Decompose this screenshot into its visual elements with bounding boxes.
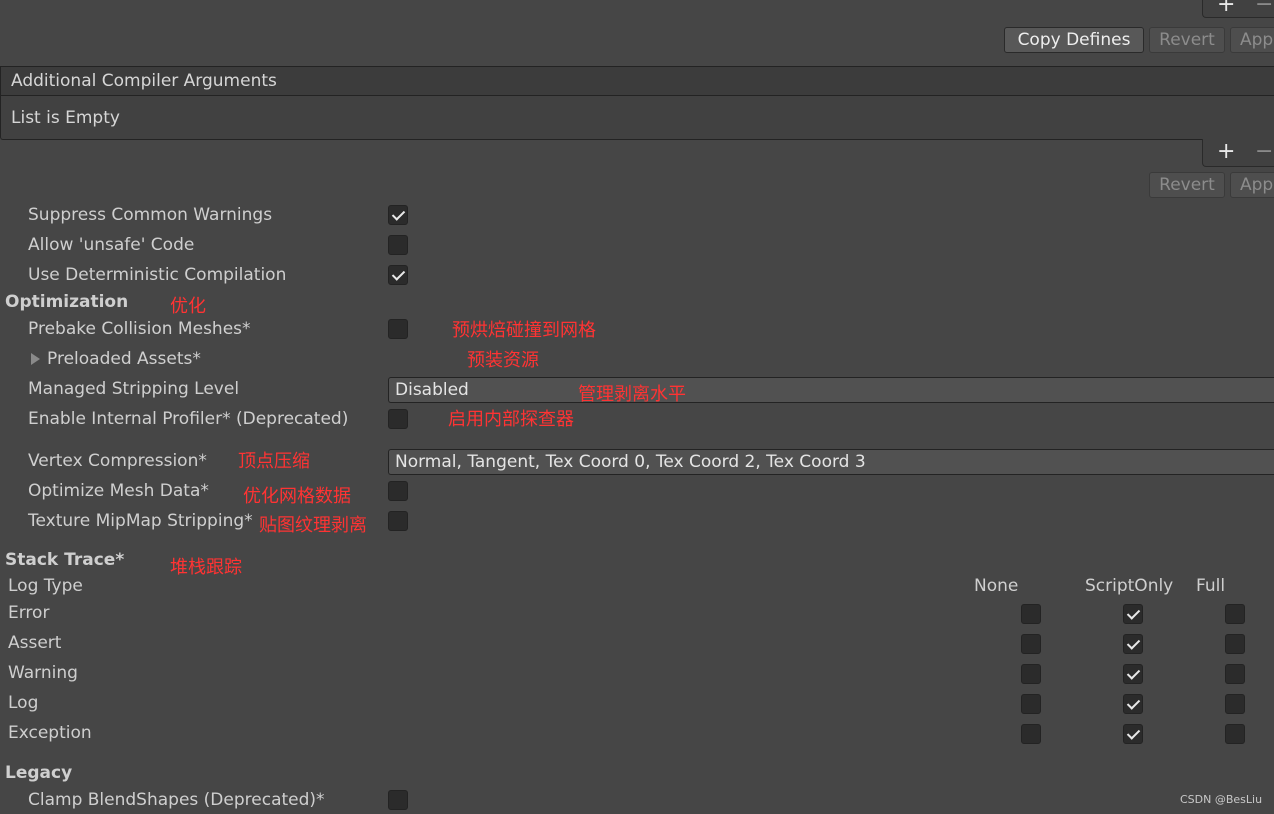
profiler-cn-annotation: 启用内部探查器 [448, 409, 574, 430]
prebake-collision-checkbox[interactable] [388, 319, 408, 339]
full-checkbox[interactable] [1225, 604, 1245, 624]
compiler-args-title: Additional Compiler Arguments [11, 71, 277, 91]
add-compiler-arg-button[interactable]: + [1217, 141, 1235, 163]
stripping-level-label: Managed Stripping Level [28, 379, 240, 399]
preloaded-cn-annotation: 预装资源 [467, 350, 539, 371]
optimization-cn-annotation: 优化 [170, 296, 206, 317]
log-type-label: Assert [8, 633, 62, 653]
none-checkbox[interactable] [1021, 664, 1041, 684]
legacy-section-title: Legacy [5, 763, 73, 783]
log-type-column-header: Log Type [8, 576, 83, 596]
preloaded-assets-foldout-icon[interactable] [31, 353, 40, 365]
script-only-checkbox[interactable] [1123, 724, 1143, 744]
clamp-blendshapes-checkbox[interactable] [388, 790, 408, 810]
allow-unsafe-checkbox[interactable] [388, 235, 408, 255]
none-column-header: None [974, 576, 1019, 596]
compiler-args-header: Additional Compiler Arguments [0, 66, 1274, 96]
top-list-add-remove-tab: + − [1202, 0, 1274, 18]
mipmap-cn-annotation: 贴图纹理剥离 [259, 515, 367, 536]
remove-item-button[interactable]: − [1255, 0, 1273, 16]
prebake-cn-annotation: 预烘焙碰撞到网格 [452, 320, 596, 341]
stack-trace-cn-annotation: 堆栈跟踪 [170, 557, 242, 578]
script-only-checkbox[interactable] [1123, 664, 1143, 684]
copy-defines-button[interactable]: Copy Defines [1004, 27, 1144, 53]
mipmap-stripping-checkbox[interactable] [388, 511, 408, 531]
suppress-warnings-checkbox[interactable] [388, 205, 408, 225]
vertex-compression-value: Normal, Tangent, Tex Coord 0, Tex Coord … [395, 452, 866, 472]
stack-trace-section-title: Stack Trace* [5, 550, 125, 570]
log-type-label: Warning [8, 663, 78, 683]
suppress-warnings-label: Suppress Common Warnings [28, 205, 273, 225]
log-type-label: Error [8, 603, 50, 623]
add-item-button[interactable]: + [1217, 0, 1235, 16]
full-checkbox[interactable] [1225, 694, 1245, 714]
vertex-compression-dropdown[interactable]: Normal, Tangent, Tex Coord 0, Tex Coord … [388, 449, 1274, 475]
compiler-args-list: List is Empty [0, 95, 1274, 140]
none-checkbox[interactable] [1021, 724, 1041, 744]
optimize-mesh-cn-annotation: 优化网格数据 [243, 486, 351, 507]
none-checkbox[interactable] [1021, 694, 1041, 714]
stripping-level-value: Disabled [395, 380, 469, 400]
deterministic-label: Use Deterministic Compilation [28, 265, 287, 285]
optimize-mesh-checkbox[interactable] [388, 481, 408, 501]
mipmap-stripping-label: Texture MipMap Stripping* [28, 511, 253, 531]
compiler-args-add-remove-tab: + − [1202, 139, 1274, 167]
internal-profiler-checkbox[interactable] [388, 409, 408, 429]
vertex-cn-annotation: 顶点压缩 [238, 451, 310, 472]
revert-compiler-args-button[interactable]: Revert [1149, 172, 1225, 198]
script-only-checkbox[interactable] [1123, 694, 1143, 714]
empty-list-text: List is Empty [11, 108, 120, 128]
stripping-cn-annotation: 管理剥离水平 [578, 384, 686, 405]
log-type-label: Exception [8, 723, 92, 743]
apply-defines-button[interactable]: Apply [1230, 27, 1274, 53]
watermark-text: CSDN @BesLiu [1180, 793, 1263, 806]
preloaded-assets-label[interactable]: Preloaded Assets* [47, 349, 201, 369]
optimize-mesh-label: Optimize Mesh Data* [28, 481, 209, 501]
log-type-label: Log [8, 693, 39, 713]
full-checkbox[interactable] [1225, 634, 1245, 654]
none-checkbox[interactable] [1021, 634, 1041, 654]
optimization-section-title: Optimization [5, 292, 129, 312]
internal-profiler-label: Enable Internal Profiler* (Deprecated) [28, 409, 349, 429]
script-only-checkbox[interactable] [1123, 604, 1143, 624]
revert-defines-button[interactable]: Revert [1149, 27, 1225, 53]
full-checkbox[interactable] [1225, 664, 1245, 684]
none-checkbox[interactable] [1021, 604, 1041, 624]
deterministic-checkbox[interactable] [388, 265, 408, 285]
apply-compiler-args-button[interactable]: Apply [1230, 172, 1274, 198]
script-only-column-header: ScriptOnly [1085, 576, 1174, 596]
prebake-collision-label: Prebake Collision Meshes* [28, 319, 251, 339]
clamp-blendshapes-label: Clamp BlendShapes (Deprecated)* [28, 790, 325, 810]
full-column-header: Full [1196, 576, 1226, 596]
stripping-level-dropdown[interactable]: Disabled [388, 377, 1274, 403]
full-checkbox[interactable] [1225, 724, 1245, 744]
script-only-checkbox[interactable] [1123, 634, 1143, 654]
vertex-compression-label: Vertex Compression* [28, 451, 207, 471]
allow-unsafe-label: Allow 'unsafe' Code [28, 235, 195, 255]
remove-compiler-arg-button[interactable]: − [1255, 141, 1273, 163]
